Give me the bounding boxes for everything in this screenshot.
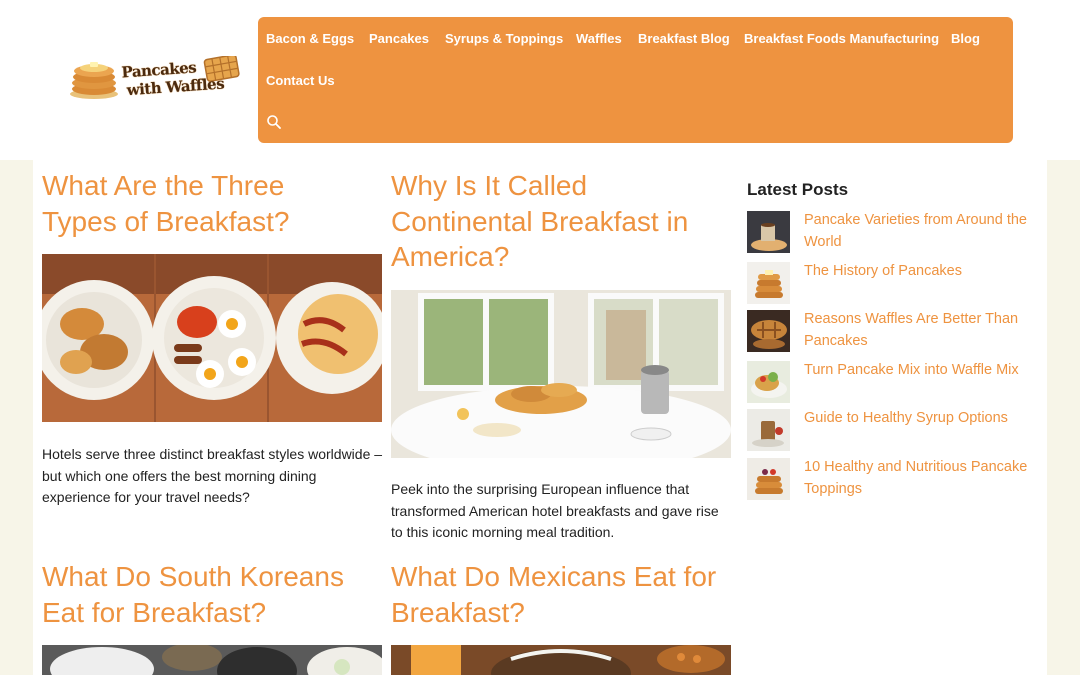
post-excerpt-three-types: Hotels serve three distinct breakfast st… xyxy=(42,446,383,505)
post-title-three-types[interactable]: What Are the Three Types of Breakfast? xyxy=(42,168,342,239)
post-image-mexicans[interactable] xyxy=(391,645,731,675)
main-navigation: Bacon & Eggs Pancakes Syrups & Toppings … xyxy=(258,17,1013,143)
post-image-south-koreans[interactable] xyxy=(42,645,382,675)
post-title-mexicans[interactable]: What Do Mexicans Eat for Breakfast? xyxy=(391,559,731,630)
post-image-continental[interactable] xyxy=(391,290,731,458)
post-excerpt-continental: Peek into the surprising European influe… xyxy=(391,481,719,540)
logo-text: Pancakes with Waffles xyxy=(121,57,225,100)
post-title-south-koreans[interactable]: What Do South Koreans Eat for Breakfast? xyxy=(42,559,382,630)
latest-post-thumbnail[interactable] xyxy=(747,262,790,304)
latest-post-link[interactable]: 10 Healthy and Nutritious Pancake Toppin… xyxy=(804,457,1034,500)
nav-item-pancakes[interactable]: Pancakes xyxy=(369,31,429,46)
nav-item-breakfast-foods-manufacturing[interactable]: Breakfast Foods Manufacturing xyxy=(744,31,939,46)
latest-post-thumbnail[interactable] xyxy=(747,458,790,500)
post-title-continental[interactable]: Why Is It Called Continental Breakfast i… xyxy=(391,168,721,275)
search-icon[interactable] xyxy=(266,114,282,130)
latest-post-thumbnail[interactable] xyxy=(747,310,790,352)
site-logo[interactable]: Pancakes with Waffles xyxy=(68,56,240,106)
latest-post-thumbnail[interactable] xyxy=(747,409,790,451)
site-header: Pancakes with Waffles Bacon & Eggs Panca… xyxy=(0,0,1080,160)
latest-post-link[interactable]: The History of Pancakes xyxy=(804,261,1034,283)
nav-item-bacon-eggs[interactable]: Bacon & Eggs xyxy=(266,31,354,46)
latest-post-link[interactable]: Pancake Varieties from Around the World xyxy=(804,210,1034,253)
nav-item-breakfast-blog[interactable]: Breakfast Blog xyxy=(638,31,730,46)
nav-item-blog[interactable]: Blog xyxy=(951,31,980,46)
latest-posts-heading: Latest Posts xyxy=(747,180,849,199)
latest-post-thumbnail[interactable] xyxy=(747,211,790,253)
latest-post-link[interactable]: Guide to Healthy Syrup Options xyxy=(804,408,1034,430)
latest-post-thumbnail[interactable] xyxy=(747,361,790,403)
nav-item-syrups-toppings[interactable]: Syrups & Toppings xyxy=(445,31,563,46)
nav-item-waffles[interactable]: Waffles xyxy=(576,31,622,46)
nav-item-contact-us[interactable]: Contact Us xyxy=(266,73,335,88)
latest-post-link[interactable]: Turn Pancake Mix into Waffle Mix xyxy=(804,360,1034,382)
post-image-three-types[interactable] xyxy=(42,254,382,422)
latest-post-link[interactable]: Reasons Waffles Are Better Than Pancakes xyxy=(804,309,1034,352)
